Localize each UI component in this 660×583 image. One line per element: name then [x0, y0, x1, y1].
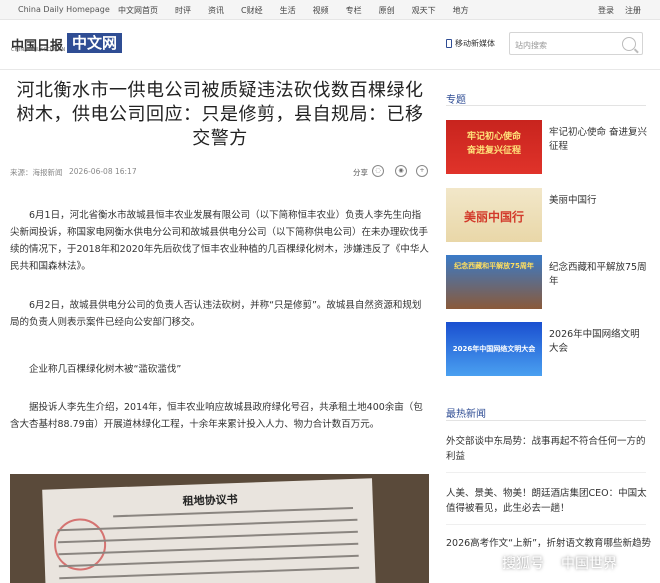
article-paragraph: 据投诉人李先生介绍，2014年，恒丰农业响应故城县政府绿化号召，共承租土地400…: [10, 402, 423, 430]
article-source: 来源：海报新闻: [10, 168, 63, 177]
topic-item[interactable]: 美丽中国行 美丽中国行: [446, 188, 646, 242]
search-icon[interactable]: [622, 37, 636, 51]
logo-subtext: CHINADAILY.COM.CN: [11, 47, 66, 53]
topics-heading: 专题: [446, 95, 466, 106]
nav-item-video[interactable]: 视频: [313, 5, 329, 16]
topic-thumbnail[interactable]: 牢记初心使命 奋进复兴征程: [446, 120, 542, 174]
register-link[interactable]: 注册: [625, 5, 641, 16]
topic-thumbnail-caption: 美丽中国行: [463, 210, 524, 224]
mobile-media-label: 移动新媒体: [455, 39, 495, 48]
watermark-left: 搜狐号: [502, 556, 544, 572]
topic-item[interactable]: 2026年中国网络文明大会 2026年中国网络文明大会: [446, 322, 646, 376]
article-photo: 租地协议书: [10, 474, 429, 583]
article-meta: 来源：海报新闻 2026-06-08 16:17 分享 ◌ ◉ +: [10, 165, 430, 179]
article-title: 河北衡水市一供电公司被质疑违法砍伐数百棵绿化树木，供电公司回应：只是修剪，县自规…: [16, 80, 424, 149]
topic-thumbnail[interactable]: 2026年中国网络文明大会: [446, 322, 542, 376]
nav-item-home[interactable]: 中文网首页: [118, 5, 158, 16]
nav-item-finance[interactable]: C财经: [241, 5, 263, 16]
topic-thumbnail-caption: 纪念西藏和平解放75周年: [454, 262, 534, 270]
nav-item-life[interactable]: 生活: [280, 5, 296, 16]
topic-item[interactable]: 纪念西藏和平解放75周年 纪念西藏和平解放75周年: [446, 255, 649, 309]
latest-news-item[interactable]: 2026高考作文“上新”，折射语文教育哪些新趋势: [446, 536, 652, 551]
top-nav-bar: China Daily Homepage 中文网首页 时评 资讯 C财经 生活 …: [0, 0, 660, 20]
article-date: 2026-06-08 16:17: [69, 167, 137, 176]
homepage-link[interactable]: China Daily Homepage: [18, 5, 110, 14]
topic-title[interactable]: 2026年中国网络文明大会: [549, 328, 649, 356]
wechat-share-icon[interactable]: ◌: [372, 165, 384, 177]
topic-item[interactable]: 牢记初心使命 奋进复兴征程 牢记初心使命 奋进复兴征程: [446, 120, 649, 174]
topic-title[interactable]: 牢记初心使命 奋进复兴征程: [549, 126, 649, 154]
article-paragraph: 6月1日，河北省衡水市故城县恒丰农业发展有限公司（以下简称恒丰农业）负责人李先生…: [10, 210, 429, 272]
watermark-right: 中国世界: [561, 556, 617, 572]
latest-news-divider: [446, 420, 646, 421]
lease-agreement-document: 租地协议书: [42, 478, 376, 583]
logo-badge: 中文网: [67, 33, 123, 53]
topic-title[interactable]: 纪念西藏和平解放75周年: [549, 261, 649, 289]
nav-item-local[interactable]: 地方: [453, 5, 469, 16]
topic-title[interactable]: 美丽中国行: [549, 194, 649, 208]
nav-item-opinion[interactable]: 时评: [175, 5, 191, 16]
site-header: 中国日报 CHINADAILY.COM.CN 中文网 移动新媒体: [0, 20, 660, 70]
phone-icon: [446, 39, 452, 48]
sohu-logo-icon: [476, 554, 494, 572]
nav-item-column[interactable]: 专栏: [346, 5, 362, 16]
news-divider: [446, 524, 646, 525]
sohu-watermark: 搜狐号 中国世界: [476, 550, 617, 576]
search-input[interactable]: [510, 35, 610, 56]
news-divider: [446, 472, 646, 473]
topics-divider: [446, 105, 646, 106]
article-paragraph: 6月2日，故城县供电分公司的负责人否认违法砍树，并称“只是修剪”。故城县自然资源…: [10, 300, 422, 328]
latest-news-item[interactable]: 人美、景美、物美！朗廷酒店集团CEO：中国太值得被看见，此生必去一趟！: [446, 486, 652, 516]
nav-item-news[interactable]: 资讯: [208, 5, 224, 16]
topic-thumbnail[interactable]: 美丽中国行: [446, 188, 542, 242]
mobile-media-link[interactable]: 移动新媒体: [446, 38, 495, 49]
share-label: 分享: [353, 168, 368, 177]
topic-thumbnail[interactable]: 纪念西藏和平解放75周年: [446, 255, 542, 309]
topic-thumbnail-caption: 牢记初心使命 奋进复兴征程: [466, 132, 521, 156]
site-logo[interactable]: 中国日报 CHINADAILY.COM.CN 中文网: [11, 33, 123, 53]
auth-links: 登录 注册: [598, 5, 641, 16]
login-link[interactable]: 登录: [598, 5, 614, 16]
weibo-share-icon[interactable]: ◉: [395, 165, 407, 177]
nav-item-world[interactable]: 观天下: [412, 5, 436, 16]
topic-thumbnail-caption: 2026年中国网络文明大会: [452, 345, 536, 353]
document-title: 租地协议书: [182, 492, 238, 508]
latest-news-item[interactable]: 外交部谈中东局势：战事再起不符合任何一方的利益: [446, 434, 652, 464]
nav-item-original[interactable]: 原创: [379, 5, 395, 16]
latest-news-heading: 最热新闻: [446, 409, 486, 420]
more-share-icon[interactable]: +: [416, 165, 428, 177]
search-box: [509, 32, 643, 56]
article-subheading: 企业称几百棵绿化树木被“滥砍滥伐”: [29, 364, 182, 375]
top-nav-links: 中文网首页 时评 资讯 C财经 生活 视频 专栏 原创 观天下 地方: [118, 5, 486, 16]
